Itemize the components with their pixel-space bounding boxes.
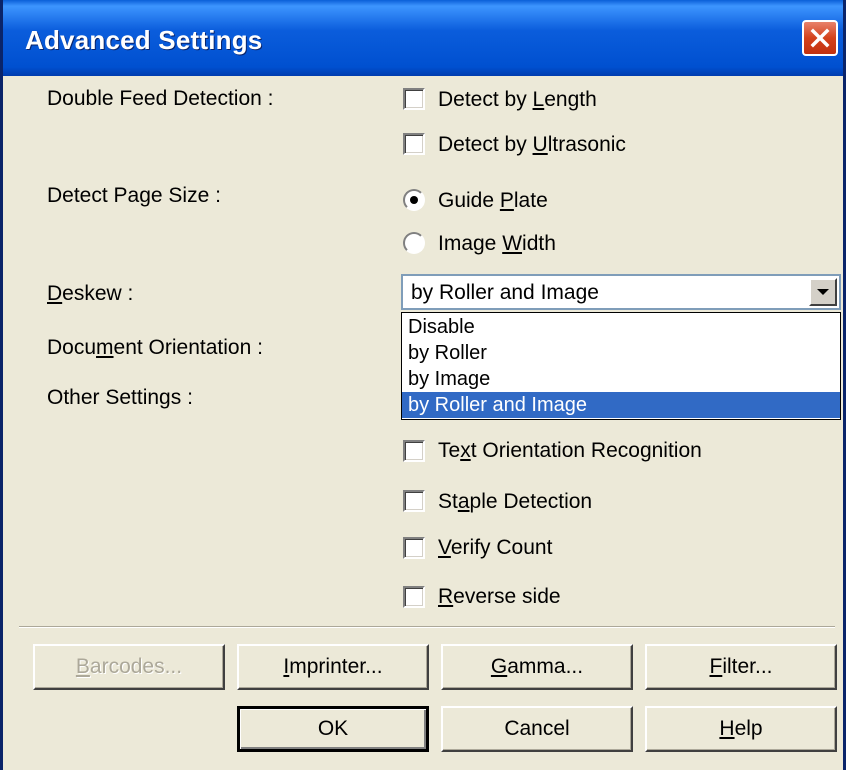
deskew-option-disable[interactable]: Disable [402,314,840,340]
detect-by-ultrasonic-label[interactable]: Detect by Ultrasonic [438,133,626,157]
detect-by-ultrasonic-checkbox[interactable] [403,133,425,155]
ok-button[interactable]: OK [237,706,429,752]
deskew-selected-value: by Roller and Image [411,281,599,304]
imprinter-button[interactable]: Imprinter... [237,644,429,690]
guide-plate-label[interactable]: Guide Plate [438,189,548,213]
deskew-label: Deskew : [47,282,134,305]
detect-by-length-label[interactable]: Detect by Length [438,88,597,112]
close-icon [810,28,830,48]
verify-count-label[interactable]: Verify Count [438,536,552,560]
page-size-label: Detect Page Size : [47,184,221,207]
text-orientation-label[interactable]: Text Orientation Recognition [438,439,702,463]
radio-selected-dot [410,196,418,204]
barcodes-button[interactable]: Barcodes... [33,644,225,690]
reverse-side-checkbox[interactable] [403,586,425,608]
cancel-button[interactable]: Cancel [441,706,633,752]
deskew-dropdown-list[interactable]: Disable by Roller by Image by Roller and… [401,312,841,420]
dropdown-arrow-button[interactable] [809,278,837,306]
detect-by-length-checkbox[interactable] [403,88,425,110]
separator [19,626,835,628]
image-width-label[interactable]: Image Width [438,232,556,256]
guide-plate-radio[interactable] [403,189,425,211]
staple-detection-checkbox[interactable] [403,490,425,512]
deskew-option-by-image[interactable]: by Image [402,366,840,392]
deskew-option-by-roller[interactable]: by Roller [402,340,840,366]
filter-button[interactable]: Filter... [645,644,837,690]
deskew-combobox[interactable]: by Roller and Image [401,274,841,310]
chevron-down-icon [817,289,829,295]
help-button[interactable]: Help [645,706,837,752]
advanced-settings-dialog: Advanced Settings Double Feed Detection … [0,0,846,770]
close-button[interactable] [802,20,838,56]
other-settings-label: Other Settings : [47,386,193,409]
reverse-side-label[interactable]: Reverse side [438,585,561,609]
gamma-button[interactable]: Gamma... [441,644,633,690]
document-orientation-label: Document Orientation : [47,336,263,359]
text-orientation-checkbox[interactable] [403,440,425,462]
staple-detection-label[interactable]: Staple Detection [438,490,592,514]
deskew-option-by-roller-and-image[interactable]: by Roller and Image [402,392,840,418]
image-width-radio[interactable] [403,232,425,254]
verify-count-checkbox[interactable] [403,537,425,559]
window-title: Advanced Settings [25,25,263,55]
double-feed-label: Double Feed Detection : [47,87,274,110]
title-bar[interactable]: Advanced Settings [3,0,843,76]
